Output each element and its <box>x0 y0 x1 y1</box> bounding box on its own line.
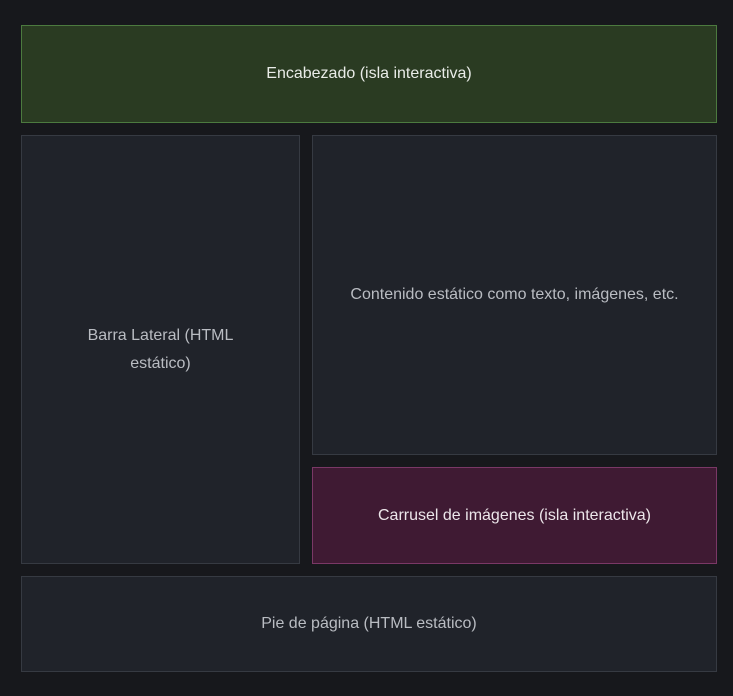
static-content-block: Contenido estático como texto, imágenes,… <box>312 135 717 455</box>
header-island-block: Encabezado (isla interactiva) <box>21 25 717 123</box>
sidebar-label: Barra Lateral (HTML estático) <box>87 326 234 372</box>
content-label: Contenido estático como texto, imágenes,… <box>350 286 679 303</box>
sidebar-static-block: Barra Lateral (HTML estático) <box>21 135 300 564</box>
footer-static-block: Pie de página (HTML estático) <box>21 576 717 672</box>
header-label: Encabezado (isla interactiva) <box>266 65 472 82</box>
image-carousel-island-block: Carrusel de imágenes (isla interactiva) <box>312 467 717 564</box>
carousel-label: Carrusel de imágenes (isla interactiva) <box>378 506 651 524</box>
footer-label: Pie de página (HTML estático) <box>261 615 477 632</box>
